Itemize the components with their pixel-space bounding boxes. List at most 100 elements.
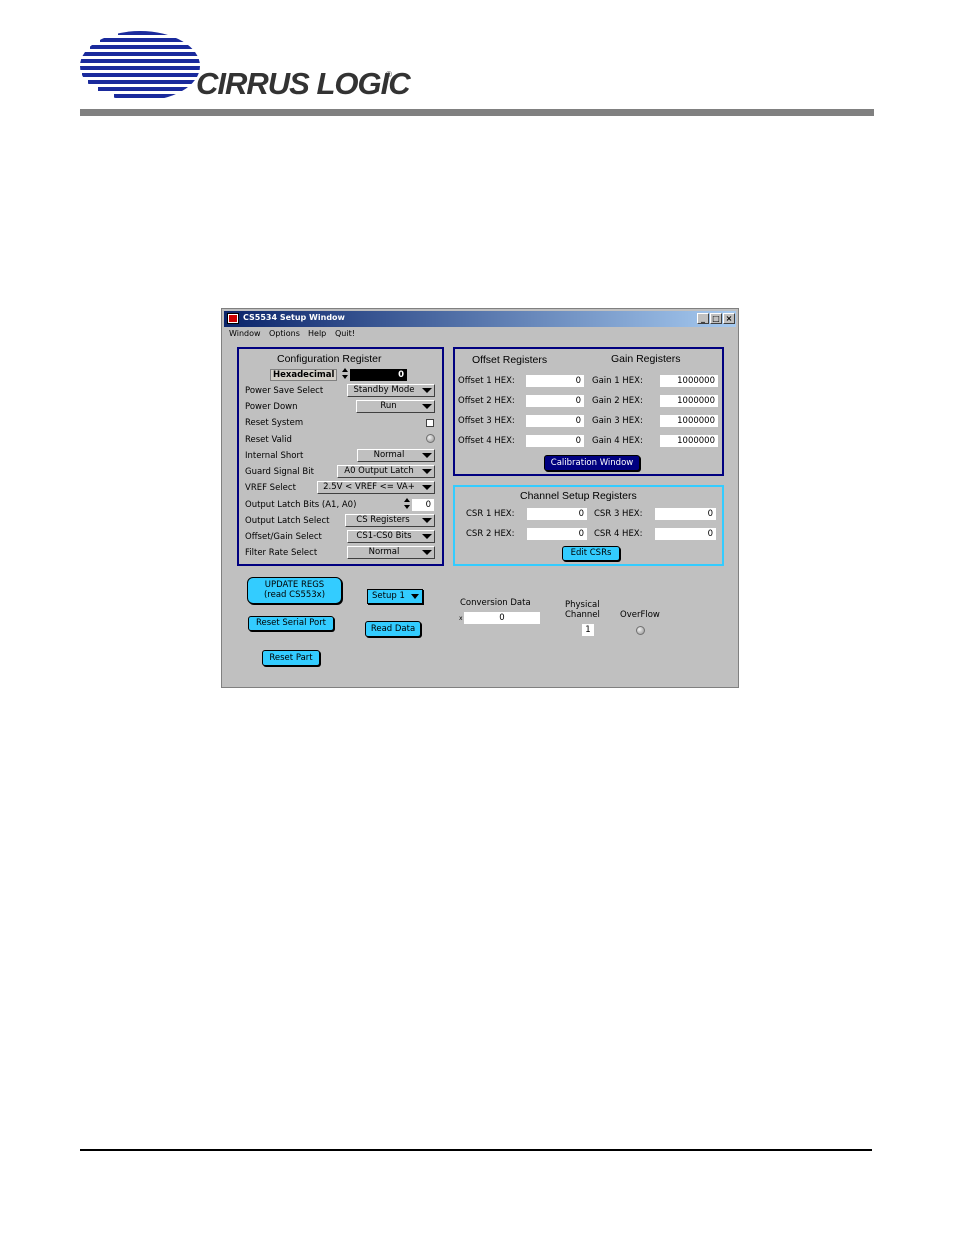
gain-2-field[interactable]: 1000000 [660,395,718,407]
hex-value-field[interactable]: 0 [350,369,407,381]
logo-registered-mark: ® [386,70,392,79]
offset-gain-select-label: Offset/Gain Select [245,532,322,542]
output-latch-bits-label: Output Latch Bits (A1, A0) [245,500,357,510]
power-save-value: Standby Mode [353,385,415,395]
output-latch-select-value: CS Registers [356,515,410,525]
filter-rate-value: Normal [368,547,400,557]
power-down-label: Power Down [245,402,298,412]
menu-help[interactable]: Help [308,329,326,338]
reset-system-checkbox[interactable] [426,419,434,427]
chevron-down-icon [422,404,432,409]
csr-4-label: CSR 4 HEX: [594,529,643,539]
chevron-down-icon [422,453,432,458]
offset-2-field[interactable]: 0 [526,395,584,407]
chevron-down-icon [422,485,432,490]
filter-rate-label: Filter Rate Select [245,548,318,558]
header-divider [80,109,874,116]
reset-system-label: Reset System [245,418,304,428]
update-regs-line1: UPDATE REGS [264,580,325,590]
offset-3-field[interactable]: 0 [526,415,584,427]
window-titlebar[interactable]: CS5534 Setup Window _ □ × [224,311,736,327]
chevron-down-icon [422,534,432,539]
offset-gain-select-dropdown[interactable]: CS1-CS0 Bits [347,530,435,543]
guard-signal-dropdown[interactable]: A0 Output Latch [337,465,435,478]
reset-valid-led-icon [426,434,435,443]
menu-bar: Window Options Help Quit! [224,328,736,342]
output-latch-select-dropdown[interactable]: CS Registers [345,514,435,527]
power-down-value: Run [380,401,397,411]
window-title: CS5534 Setup Window [243,313,345,322]
internal-short-label: Internal Short [245,451,304,461]
gain-1-field[interactable]: 1000000 [660,375,718,387]
latch-bits-spinner-icon[interactable] [404,498,411,510]
read-data-button[interactable]: Read Data [365,621,421,637]
footer-divider [80,1149,872,1151]
hex-label: Hexadecimal [270,369,338,381]
internal-short-dropdown[interactable]: Normal [357,449,435,462]
offset-3-label: Offset 3 HEX: [458,416,515,426]
gain-4-label: Gain 4 HEX: [592,436,643,446]
close-button[interactable]: × [723,313,735,324]
setup-value: Setup 1 [372,591,405,601]
reset-valid-label: Reset Valid [245,435,292,445]
conversion-data-field: 0 [464,612,540,624]
offset-1-field[interactable]: 0 [526,375,584,387]
offset-registers-title: Offset Registers [472,354,548,366]
internal-short-value: Normal [373,450,405,460]
overflow-label: OverFlow [620,610,660,620]
conversion-data-label: Conversion Data [460,598,531,608]
edit-csrs-button[interactable]: Edit CSRs [562,546,620,561]
csr-1-label: CSR 1 HEX: [466,509,515,519]
conversion-prefix: x [459,615,463,622]
chevron-down-icon [422,518,432,523]
setup-dropdown[interactable]: Setup 1 [367,589,423,604]
offset-1-label: Offset 1 HEX: [458,376,515,386]
minimize-button[interactable]: _ [697,313,709,324]
gain-1-label: Gain 1 HEX: [592,376,643,386]
power-down-dropdown[interactable]: Run [356,400,435,413]
filter-rate-dropdown[interactable]: Normal [347,546,435,559]
power-save-dropdown[interactable]: Standby Mode [347,384,435,397]
calibration-window-button[interactable]: Calibration Window [544,455,640,471]
logo-text: CIRRUS LOGIC [196,66,411,101]
channel-label: Channel [565,610,600,620]
output-latch-select-label: Output Latch Select [245,516,330,526]
overflow-led-icon [636,626,645,635]
update-regs-button[interactable]: UPDATE REGS (read CS553x) [247,577,342,604]
vref-select-label: VREF Select [245,483,296,493]
channel-setup-registers-panel: Channel Setup Registers CSR 1 HEX: 0 CSR… [453,485,724,566]
output-latch-bits-field[interactable]: 0 [412,499,434,511]
offset-4-field[interactable]: 0 [526,435,584,447]
gain-3-field[interactable]: 1000000 [660,415,718,427]
menu-quit[interactable]: Quit! [335,329,355,338]
app-icon [227,313,239,324]
csr-3-field[interactable]: 0 [655,508,716,520]
setup-window: CS5534 Setup Window _ □ × Window Options… [221,308,739,688]
maximize-button[interactable]: □ [710,313,722,324]
cirrus-logic-logo-icon [80,31,200,98]
csr-title: Channel Setup Registers [520,490,637,502]
hex-spinner-icon[interactable] [342,368,349,380]
gain-2-label: Gain 2 HEX: [592,396,643,406]
guard-signal-value: A0 Output Latch [344,466,414,476]
chevron-down-icon [411,594,419,599]
csr-2-field[interactable]: 0 [527,528,587,540]
update-regs-line2: (read CS553x) [263,590,326,600]
offset-4-label: Offset 4 HEX: [458,436,515,446]
vref-select-dropdown[interactable]: 2.5V < VREF <= VA+ [317,481,435,494]
guard-signal-label: Guard Signal Bit [245,467,314,477]
gain-4-field[interactable]: 1000000 [660,435,718,447]
gain-registers-title: Gain Registers [611,353,681,365]
csr-2-label: CSR 2 HEX: [466,529,515,539]
reset-serial-port-button[interactable]: Reset Serial Port [248,616,334,631]
reset-part-button[interactable]: Reset Part [262,650,320,666]
gain-3-label: Gain 3 HEX: [592,416,643,426]
chevron-down-icon [422,469,432,474]
chevron-down-icon [422,388,432,393]
csr-1-field[interactable]: 0 [527,508,587,520]
chevron-down-icon [422,550,432,555]
csr-4-field[interactable]: 0 [655,528,716,540]
menu-window[interactable]: Window [229,329,261,338]
menu-options[interactable]: Options [269,329,300,338]
config-title: Configuration Register [277,353,382,365]
